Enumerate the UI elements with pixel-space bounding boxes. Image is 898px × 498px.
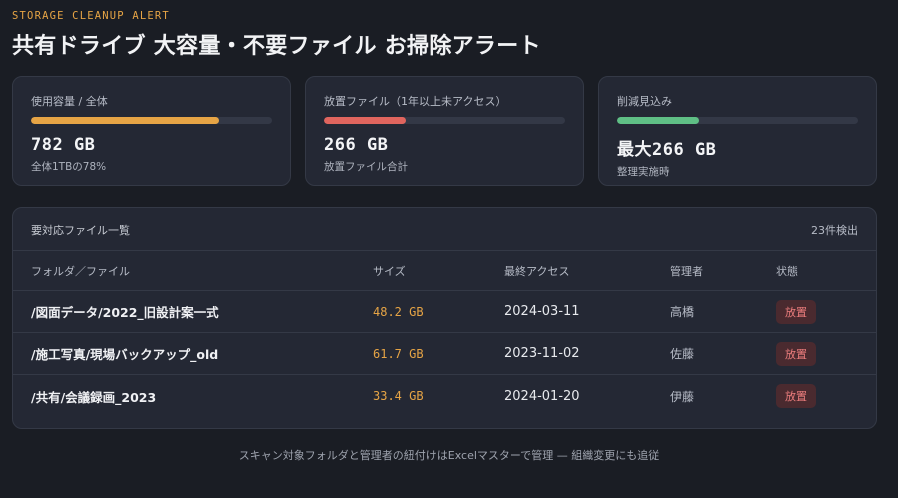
stat-card-sub: 整理実施時 <box>617 166 670 178</box>
file-path: /施工写真/現場バックアップ_old <box>31 347 219 362</box>
table-row[interactable]: /共有/会議録画_2023 33.4 GB 2024-01-20 伊藤 放置 <box>13 375 876 417</box>
page-title: 共有ドライブ 大容量・不要ファイル お掃除アラート <box>12 34 541 59</box>
table-row[interactable]: /施工写真/現場バックアップ_old 61.7 GB 2023-11-02 佐藤… <box>13 333 876 375</box>
column-header-path[interactable]: フォルダ／ファイル <box>31 251 130 290</box>
column-header-size[interactable]: サイズ <box>373 251 406 290</box>
status-badge: 放置 <box>776 299 816 324</box>
status-badge: 放置 <box>776 341 816 366</box>
owner-name: 佐藤 <box>670 347 695 361</box>
table-header-bar: 要対応ファイル一覧 23件検出 <box>13 208 876 251</box>
file-path: /共有/会議録画_2023 <box>31 389 157 405</box>
file-path: /図面データ/2022_旧設計案一式 <box>31 305 219 320</box>
owner-name: 高橋 <box>670 305 695 319</box>
abandoned-progress-bar <box>324 117 565 124</box>
status-badge: 放置 <box>776 384 816 408</box>
last-access-date: 2024-03-11 <box>504 304 580 319</box>
column-header-status[interactable]: 状態 <box>776 251 798 290</box>
usage-progress-bar <box>31 117 272 124</box>
last-access-date: 2023-11-02 <box>504 346 580 361</box>
owner-name: 伊藤 <box>670 389 695 404</box>
reduction-progress-bar <box>617 117 858 124</box>
stat-card-value: 782 GB <box>31 135 96 155</box>
stat-card-usage: 使用容量 / 全体 782 GB 全体1TBの78% <box>12 76 291 186</box>
table-row[interactable]: /図面データ/2022_旧設計案一式 48.2 GB 2024-03-11 高橋… <box>13 291 876 333</box>
stat-card-label: 放置ファイル（1年以上未アクセス） <box>324 95 507 108</box>
footer-note: スキャン対象フォルダと管理者の紐付けはExcelマスターで管理 — 組織変更にも… <box>238 449 660 462</box>
column-header-last-access[interactable]: 最終アクセス <box>504 251 569 290</box>
progress-fill <box>31 117 219 124</box>
file-table: 要対応ファイル一覧 23件検出 フォルダ／ファイル サイズ 最終アクセス 管理者… <box>12 207 877 429</box>
table-title: 要対応ファイル一覧 <box>31 224 130 237</box>
last-access-date: 2024-01-20 <box>504 388 580 404</box>
eyebrow-label: STORAGE CLEANUP ALERT <box>12 10 170 22</box>
stat-card-reduction: 削減見込み 最大266 GB 整理実施時 <box>598 76 877 186</box>
stat-card-abandoned: 放置ファイル（1年以上未アクセス） 266 GB 放置ファイル合計 <box>305 76 584 186</box>
stat-card-sub: 全体1TBの78% <box>31 161 107 173</box>
stat-card-label: 使用容量 / 全体 <box>31 95 108 108</box>
stat-card-label: 削減見込み <box>617 95 672 108</box>
stat-card-value: 266 GB <box>324 135 389 155</box>
stat-card-value: 最大266 GB <box>617 140 717 160</box>
file-size: 61.7 GB <box>373 346 424 361</box>
column-header-owner[interactable]: 管理者 <box>670 251 703 290</box>
stat-card-sub: 放置ファイル合計 <box>324 161 408 173</box>
file-size: 33.4 GB <box>373 389 424 403</box>
file-size: 48.2 GB <box>373 304 424 319</box>
detected-count: 23件検出 <box>811 224 858 237</box>
table-column-header: フォルダ／ファイル サイズ 最終アクセス 管理者 状態 <box>13 251 876 291</box>
progress-fill <box>617 117 699 124</box>
progress-fill <box>324 117 406 124</box>
